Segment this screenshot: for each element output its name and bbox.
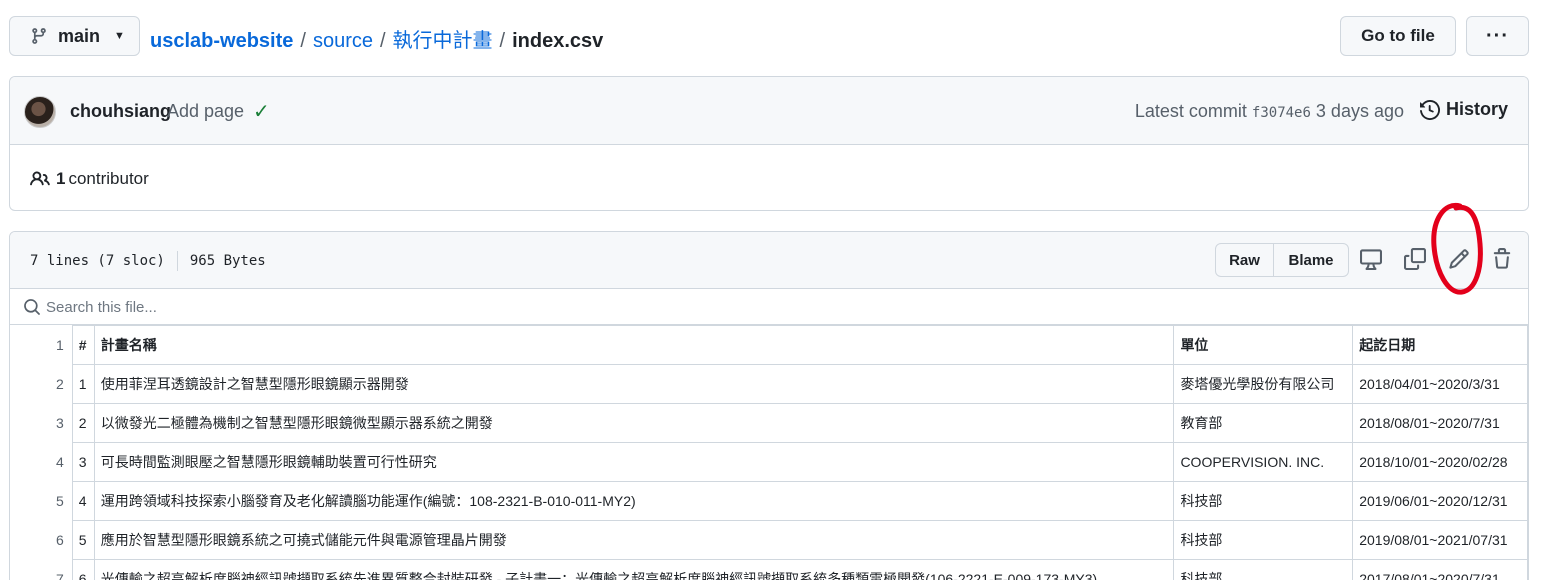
breadcrumb-separator: /: [300, 30, 306, 52]
branch-selector[interactable]: main ▼: [9, 16, 140, 56]
file-size: 965 Bytes: [189, 253, 266, 269]
column-header-index: #: [71, 325, 95, 365]
cell-index: 4: [71, 481, 95, 521]
raw-button[interactable]: Raw: [1216, 244, 1274, 276]
cell-unit: 科技部: [1173, 520, 1354, 560]
cell-date: 2018/08/01~2020/7/31: [1352, 403, 1528, 443]
line-number[interactable]: 2: [10, 364, 73, 404]
cell-index: 1: [71, 364, 95, 404]
table-header-row: 1 # 計畫名稱 單位 起訖日期: [10, 325, 1528, 365]
csv-table: 1 # 計畫名稱 單位 起訖日期 2 1 使用菲涅耳透鏡設計之智慧型隱形眼鏡顯示…: [10, 325, 1528, 580]
contributors-link[interactable]: 1 contributor: [30, 169, 149, 189]
cell-index: 2: [71, 403, 95, 443]
go-to-file-button[interactable]: Go to file: [1340, 16, 1456, 56]
commit-header: chouhsiang Add page ✓ Latest commit f307…: [10, 77, 1528, 145]
cell-index: 3: [71, 442, 95, 482]
trash-icon: [1493, 248, 1511, 269]
cell-name: 光傳輸之超高解析度腦神經訊號擷取系統先進異質整合封裝研發 - 子計畫一：光傳輸之…: [93, 559, 1175, 580]
pencil-icon: [1449, 249, 1469, 269]
caret-down-icon: ▼: [114, 30, 125, 42]
column-header-date: 起訖日期: [1352, 325, 1528, 365]
cell-unit: 麥塔優光學股份有限公司: [1173, 364, 1354, 404]
cell-date: 2018/10/01~2020/02/28: [1352, 442, 1528, 482]
column-header-name: 計畫名稱: [93, 325, 1175, 365]
cell-name: 運用跨領域科技探索小腦發育及老化解讀腦功能運作(編號：108-2321-B-01…: [93, 481, 1175, 521]
raw-blame-group: Raw Blame: [1215, 243, 1349, 277]
commit-message[interactable]: Add page: [167, 101, 244, 122]
cell-unit: 教育部: [1173, 403, 1354, 443]
cell-date: 2018/04/01~2020/3/31: [1352, 364, 1528, 404]
cell-unit: COOPERVISION. INC.: [1173, 442, 1354, 482]
table-row: 5 4 運用跨領域科技探索小腦發育及老化解讀腦功能運作(編號：108-2321-…: [10, 481, 1528, 521]
table-row: 3 2 以微發光二極體為機制之智慧型隱形眼鏡微型顯示器系統之開發 教育部 201…: [10, 403, 1528, 443]
divider: [176, 251, 178, 271]
latest-commit-label: Latest commit: [1134, 101, 1247, 121]
delete-button[interactable]: [1489, 246, 1515, 272]
breadcrumb: usclab-website / source / 執行中計畫 / index.…: [150, 24, 603, 53]
more-options-button[interactable]: ···: [1466, 16, 1529, 56]
line-number[interactable]: 7: [10, 559, 73, 580]
breadcrumb-separator: /: [379, 30, 386, 52]
commit-author[interactable]: chouhsiang: [70, 101, 171, 122]
breadcrumb-repo-link[interactable]: usclab-website: [150, 30, 293, 53]
desktop-icon: [1360, 249, 1382, 270]
contributor-count: 1: [56, 169, 66, 188]
latest-commit-box: chouhsiang Add page ✓ Latest commit f307…: [9, 76, 1529, 211]
file-info: 7 lines (7 sloc) 965 Bytes: [30, 251, 266, 271]
history-icon: [1419, 99, 1440, 120]
people-icon: [30, 171, 50, 186]
breadcrumb-folder-link[interactable]: 執行中計畫: [393, 24, 493, 53]
copy-button[interactable]: [1402, 246, 1428, 272]
line-number[interactable]: 1: [10, 325, 73, 365]
file-header: 7 lines (7 sloc) 965 Bytes Raw Blame: [10, 232, 1528, 289]
breadcrumb-separator: /: [499, 30, 506, 52]
cell-unit: 科技部: [1173, 481, 1354, 521]
cell-date: 2019/06/01~2020/12/31: [1352, 481, 1528, 521]
file-search: [10, 289, 1528, 325]
table-row: 2 1 使用菲涅耳透鏡設計之智慧型隱形眼鏡顯示器開發 麥塔優光學股份有限公司 2…: [10, 364, 1528, 404]
avatar[interactable]: [24, 96, 56, 128]
search-icon: [24, 299, 40, 315]
search-input[interactable]: [46, 294, 646, 320]
commit-sha-link[interactable]: f3074e6: [1252, 105, 1311, 121]
contributor-label: contributor: [68, 169, 149, 188]
check-icon[interactable]: ✓: [253, 99, 270, 124]
history-link[interactable]: History: [1419, 99, 1508, 120]
latest-commit-info: Latest commit f3074e6 3 days ago: [1135, 101, 1404, 122]
breadcrumb-current-file: index.csv: [512, 30, 604, 52]
history-label: History: [1445, 99, 1508, 119]
copy-icon: [1404, 248, 1426, 270]
cell-date: 2017/08/01~2020/7/31: [1352, 559, 1528, 580]
line-number[interactable]: 5: [10, 481, 73, 521]
table-row: 6 5 應用於智慧型隱形眼鏡系統之可撓式儲能元件與電源管理晶片開發 科技部 20…: [10, 520, 1528, 560]
file-viewer: 7 lines (7 sloc) 965 Bytes Raw Blame 1: [9, 231, 1529, 580]
commit-time: 3 days ago: [1315, 101, 1404, 121]
line-number[interactable]: 6: [10, 520, 73, 560]
cell-index: 5: [71, 520, 95, 560]
cell-name: 使用菲涅耳透鏡設計之智慧型隱形眼鏡顯示器開發: [93, 364, 1175, 404]
cell-name: 以微發光二極體為機制之智慧型隱形眼鏡微型顯示器系統之開發: [93, 403, 1175, 443]
cell-name: 可長時間監測眼壓之智慧隱形眼鏡輔助裝置可行性研究: [93, 442, 1175, 482]
cell-index: 6: [71, 559, 95, 580]
cell-date: 2019/08/01~2021/07/31: [1352, 520, 1528, 560]
cell-unit: 科技部: [1173, 559, 1354, 580]
line-number[interactable]: 4: [10, 442, 73, 482]
line-number[interactable]: 3: [10, 403, 73, 443]
branch-label: main: [58, 25, 101, 46]
display-source-button[interactable]: [1358, 246, 1384, 272]
blame-button[interactable]: Blame: [1274, 244, 1348, 276]
git-branch-icon: [32, 28, 46, 44]
cell-name: 應用於智慧型隱形眼鏡系統之可撓式儲能元件與電源管理晶片開發: [93, 520, 1175, 560]
edit-button[interactable]: [1446, 246, 1472, 272]
column-header-unit: 單位: [1173, 325, 1354, 365]
breadcrumb-source-link[interactable]: source: [313, 30, 373, 53]
table-row: 7 6 光傳輸之超高解析度腦神經訊號擷取系統先進異質整合封裝研發 - 子計畫一：…: [10, 559, 1528, 580]
file-lines: 7 lines (7 sloc): [30, 253, 165, 269]
table-row: 4 3 可長時間監測眼壓之智慧隱形眼鏡輔助裝置可行性研究 COOPERVISIO…: [10, 442, 1528, 482]
